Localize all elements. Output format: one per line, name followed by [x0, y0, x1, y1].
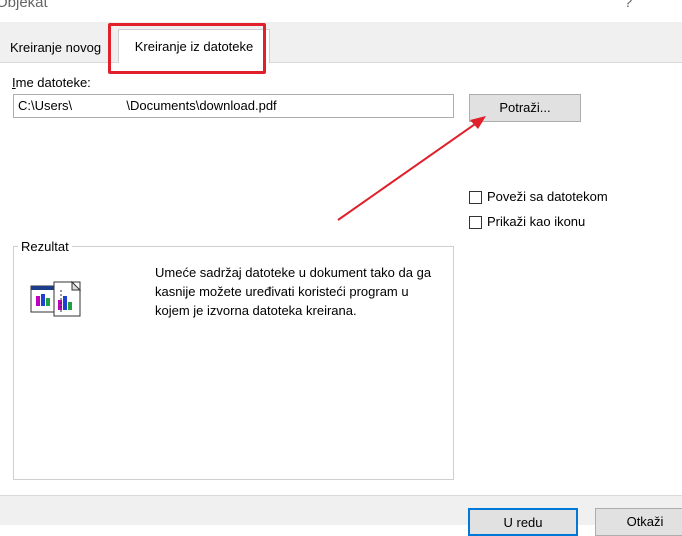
- ok-button[interactable]: U redu: [468, 508, 578, 536]
- annotation-arrow: [337, 116, 486, 221]
- cancel-button[interactable]: Otkaži: [595, 508, 682, 536]
